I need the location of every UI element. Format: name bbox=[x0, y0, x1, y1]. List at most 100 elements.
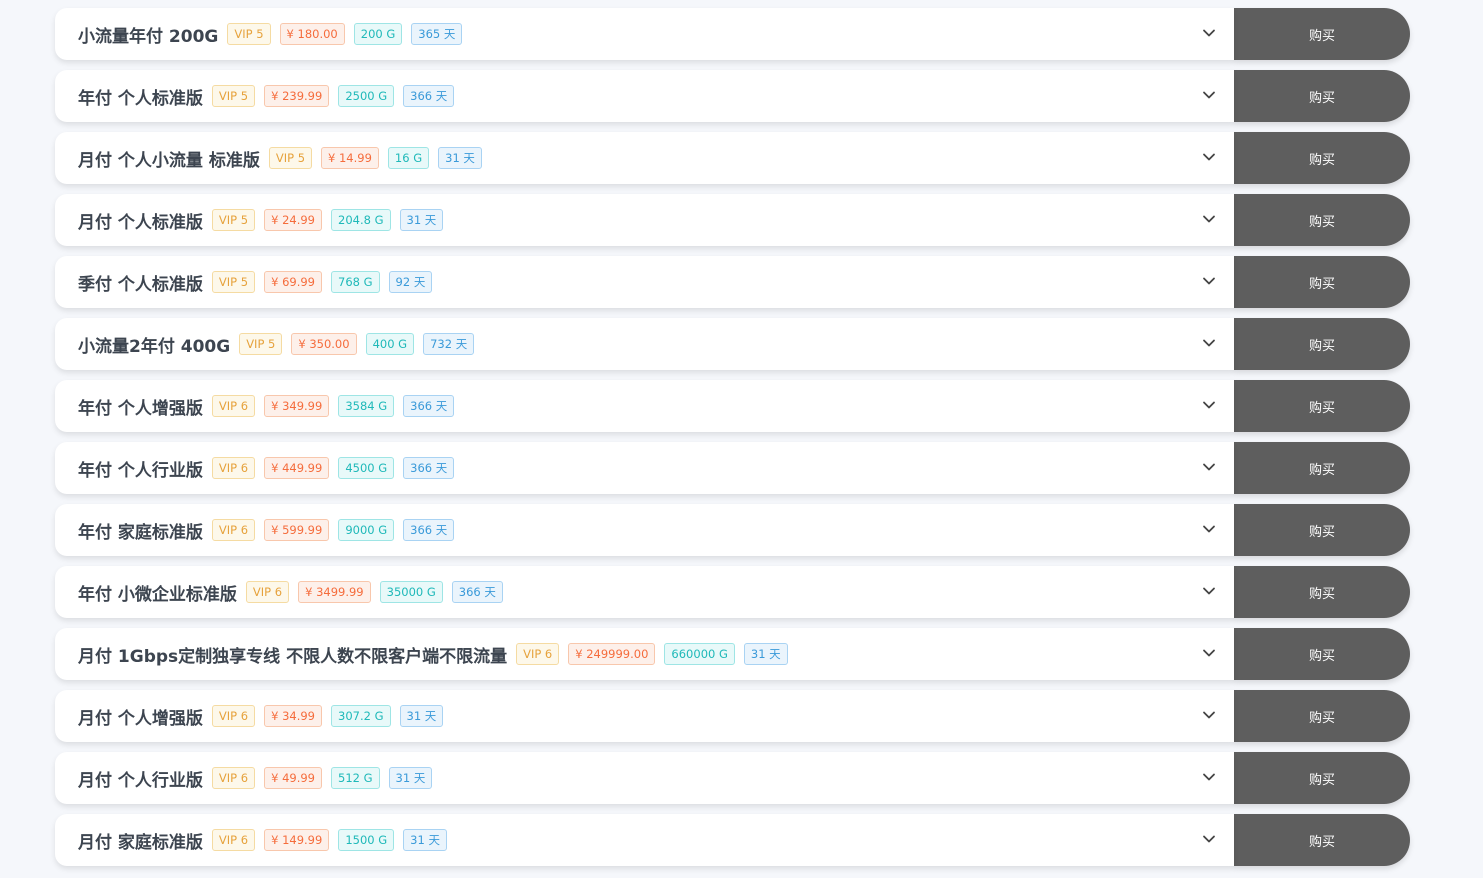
duration-badge: 366 天 bbox=[403, 85, 455, 107]
chevron-down-icon[interactable] bbox=[1202, 212, 1216, 226]
duration-badge: 31 天 bbox=[399, 209, 444, 231]
vip-badge: VIP 6 bbox=[211, 395, 256, 417]
traffic-badge: 4500 G bbox=[338, 457, 395, 479]
plan-title: 年付 小微企业标准版 bbox=[78, 584, 237, 605]
duration-badge: 31 天 bbox=[388, 767, 433, 789]
vip-badge: VIP 5 bbox=[268, 147, 313, 169]
chevron-down-icon[interactable] bbox=[1202, 150, 1216, 164]
duration-badge: 365 天 bbox=[411, 23, 463, 45]
price-badge: ¥ 149.99 bbox=[264, 829, 330, 851]
buy-button[interactable]: 购买 bbox=[1234, 318, 1410, 370]
plan-card[interactable]: 小流量年付 200G VIP 5 ¥ 180.00 200 G 365 天 bbox=[55, 8, 1234, 60]
buy-button[interactable]: 购买 bbox=[1234, 752, 1410, 804]
plan-card[interactable]: 年付 个人行业版 VIP 6 ¥ 449.99 4500 G 366 天 bbox=[55, 442, 1234, 494]
traffic-badge: 1500 G bbox=[338, 829, 395, 851]
traffic-badge: 35000 G bbox=[379, 581, 443, 603]
chevron-down-icon[interactable] bbox=[1202, 26, 1216, 40]
traffic-badge: 9000 G bbox=[338, 519, 395, 541]
price-badge: ¥ 599.99 bbox=[264, 519, 330, 541]
price-badge: ¥ 49.99 bbox=[264, 767, 322, 789]
buy-button[interactable]: 购买 bbox=[1234, 132, 1410, 184]
chevron-down-icon[interactable] bbox=[1202, 398, 1216, 412]
buy-button[interactable]: 购买 bbox=[1234, 628, 1410, 680]
plan-row: 月付 家庭标准版 VIP 6 ¥ 149.99 1500 G 31 天 购买 bbox=[55, 814, 1410, 866]
chevron-down-icon[interactable] bbox=[1202, 832, 1216, 846]
chevron-down-icon[interactable] bbox=[1202, 584, 1216, 598]
chevron-down-icon[interactable] bbox=[1202, 708, 1216, 722]
price-badge: ¥ 350.00 bbox=[291, 333, 357, 355]
plan-card[interactable]: 月付 个人小流量 标准版 VIP 5 ¥ 14.99 16 G 31 天 bbox=[55, 132, 1234, 184]
price-badge: ¥ 34.99 bbox=[264, 705, 322, 727]
plan-row: 年付 个人增强版 VIP 6 ¥ 349.99 3584 G 366 天 购买 bbox=[55, 380, 1410, 432]
buy-button[interactable]: 购买 bbox=[1234, 814, 1410, 866]
chevron-down-icon[interactable] bbox=[1202, 522, 1216, 536]
price-badge: ¥ 3499.99 bbox=[298, 581, 371, 603]
vip-badge: VIP 5 bbox=[239, 333, 283, 355]
buy-button[interactable]: 购买 bbox=[1234, 690, 1410, 742]
plan-title: 月付 个人增强版 bbox=[78, 708, 203, 729]
plan-card[interactable]: 年付 家庭标准版 VIP 6 ¥ 599.99 9000 G 366 天 bbox=[55, 504, 1234, 556]
duration-badge: 31 天 bbox=[399, 705, 444, 727]
vip-badge: VIP 5 bbox=[211, 85, 256, 107]
chevron-down-icon[interactable] bbox=[1202, 770, 1216, 784]
plan-row: 年付 个人标准版 VIP 5 ¥ 239.99 2500 G 366 天 购买 bbox=[55, 70, 1410, 122]
plan-card[interactable]: 月付 1Gbps定制独享专线 不限人数不限客户端不限流量 VIP 6 ¥ 249… bbox=[55, 628, 1234, 680]
chevron-down-icon[interactable] bbox=[1202, 274, 1216, 288]
plan-row: 月付 个人小流量 标准版 VIP 5 ¥ 14.99 16 G 31 天 购买 bbox=[55, 132, 1410, 184]
plan-title: 年付 个人行业版 bbox=[78, 460, 203, 481]
traffic-badge: 204.8 G bbox=[331, 209, 391, 231]
plan-card[interactable]: 年付 个人增强版 VIP 6 ¥ 349.99 3584 G 366 天 bbox=[55, 380, 1234, 432]
traffic-badge: 16 G bbox=[387, 147, 430, 169]
plan-title: 小流量年付 200G bbox=[78, 26, 219, 47]
buy-button[interactable]: 购买 bbox=[1234, 70, 1410, 122]
price-badge: ¥ 249999.00 bbox=[568, 643, 656, 665]
traffic-badge: 200 G bbox=[353, 23, 403, 45]
price-badge: ¥ 239.99 bbox=[264, 85, 330, 107]
plan-card[interactable]: 月付 个人增强版 VIP 6 ¥ 34.99 307.2 G 31 天 bbox=[55, 690, 1234, 742]
plan-row: 月付 个人行业版 VIP 6 ¥ 49.99 512 G 31 天 购买 bbox=[55, 752, 1410, 804]
buy-button[interactable]: 购买 bbox=[1234, 8, 1410, 60]
traffic-badge: 2500 G bbox=[338, 85, 395, 107]
plan-card[interactable]: 季付 个人标准版 VIP 5 ¥ 69.99 768 G 92 天 bbox=[55, 256, 1234, 308]
plan-card[interactable]: 年付 个人标准版 VIP 5 ¥ 239.99 2500 G 366 天 bbox=[55, 70, 1234, 122]
vip-badge: VIP 6 bbox=[211, 829, 256, 851]
vip-badge: VIP 6 bbox=[211, 457, 256, 479]
plan-row: 年付 个人行业版 VIP 6 ¥ 449.99 4500 G 366 天 购买 bbox=[55, 442, 1410, 494]
buy-button[interactable]: 购买 bbox=[1234, 566, 1410, 618]
plan-row: 月付 个人标准版 VIP 5 ¥ 24.99 204.8 G 31 天 购买 bbox=[55, 194, 1410, 246]
plan-card[interactable]: 年付 小微企业标准版 VIP 6 ¥ 3499.99 35000 G 366 天 bbox=[55, 566, 1234, 618]
chevron-down-icon[interactable] bbox=[1202, 336, 1216, 350]
traffic-badge: 660000 G bbox=[664, 643, 735, 665]
plan-card[interactable]: 月付 个人标准版 VIP 5 ¥ 24.99 204.8 G 31 天 bbox=[55, 194, 1234, 246]
plan-title: 年付 家庭标准版 bbox=[78, 522, 203, 543]
price-badge: ¥ 69.99 bbox=[264, 271, 322, 293]
vip-badge: VIP 6 bbox=[211, 705, 256, 727]
plan-card[interactable]: 小流量2年付 400G VIP 5 ¥ 350.00 400 G 732 天 bbox=[55, 318, 1234, 370]
plan-card[interactable]: 月付 家庭标准版 VIP 6 ¥ 149.99 1500 G 31 天 bbox=[55, 814, 1234, 866]
plan-list: 小流量年付 200G VIP 5 ¥ 180.00 200 G 365 天 购买… bbox=[55, 8, 1410, 876]
vip-badge: VIP 6 bbox=[245, 581, 290, 603]
vip-badge: VIP 5 bbox=[227, 23, 271, 45]
plan-title: 小流量2年付 400G bbox=[78, 336, 231, 357]
buy-button[interactable]: 购买 bbox=[1234, 194, 1410, 246]
plan-title: 月付 家庭标准版 bbox=[78, 832, 203, 853]
plan-title: 月付 个人小流量 标准版 bbox=[78, 150, 260, 171]
vip-badge: VIP 6 bbox=[211, 519, 256, 541]
traffic-badge: 512 G bbox=[331, 767, 380, 789]
plan-row: 月付 1Gbps定制独享专线 不限人数不限客户端不限流量 VIP 6 ¥ 249… bbox=[55, 628, 1410, 680]
traffic-badge: 3584 G bbox=[338, 395, 395, 417]
buy-button[interactable]: 购买 bbox=[1234, 504, 1410, 556]
duration-badge: 92 天 bbox=[388, 271, 433, 293]
chevron-down-icon[interactable] bbox=[1202, 460, 1216, 474]
plan-row: 季付 个人标准版 VIP 5 ¥ 69.99 768 G 92 天 购买 bbox=[55, 256, 1410, 308]
chevron-down-icon[interactable] bbox=[1202, 646, 1216, 660]
plan-card[interactable]: 月付 个人行业版 VIP 6 ¥ 49.99 512 G 31 天 bbox=[55, 752, 1234, 804]
vip-badge: VIP 6 bbox=[516, 643, 560, 665]
price-badge: ¥ 449.99 bbox=[264, 457, 330, 479]
chevron-down-icon[interactable] bbox=[1202, 88, 1216, 102]
buy-button[interactable]: 购买 bbox=[1234, 256, 1410, 308]
traffic-badge: 768 G bbox=[331, 271, 380, 293]
buy-button[interactable]: 购买 bbox=[1234, 380, 1410, 432]
buy-button[interactable]: 购买 bbox=[1234, 442, 1410, 494]
price-badge: ¥ 24.99 bbox=[264, 209, 322, 231]
